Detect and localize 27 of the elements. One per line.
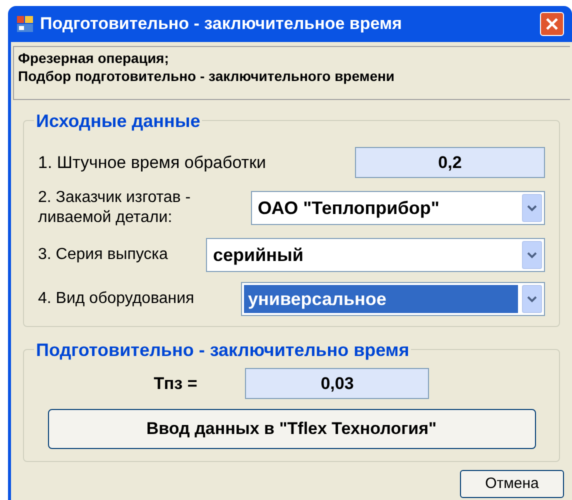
dropdown-value: универсальное xyxy=(244,285,518,313)
chevron-icon xyxy=(527,295,537,303)
close-button[interactable] xyxy=(540,12,564,36)
result-label: Тпз = xyxy=(154,372,198,395)
dropdown-button[interactable] xyxy=(522,241,542,269)
dropdown-button[interactable] xyxy=(522,194,542,222)
field-label: 4. Вид оборудования xyxy=(38,289,194,309)
chevron-icon xyxy=(527,204,537,212)
info-text: Подбор подготовительно - заключительного времени xyxy=(18,67,396,85)
close-icon xyxy=(546,18,558,30)
dropdown-field[interactable]: универсальное xyxy=(241,282,545,316)
dropdown-field[interactable]: ОАО "Теплоприбор" xyxy=(250,191,545,225)
cancel-button[interactable]: Отмена xyxy=(460,470,564,498)
field-label: 2. Заказчик изготав - ливаемой детали: xyxy=(38,188,192,228)
result-field: 0,03 xyxy=(245,368,430,399)
dropdown-value: серийный xyxy=(212,244,304,267)
time-field: 0,2 xyxy=(355,147,545,178)
window-title: Подготовительно - заключительное время xyxy=(40,13,403,36)
dropdown-value: ОАО "Теплоприбор" xyxy=(256,196,440,220)
field-label: 1. Штучное время обработки xyxy=(38,152,266,174)
export-button[interactable]: Ввод данных в "Tflex Технология" xyxy=(48,409,536,449)
info-text: Фрезерная операция; xyxy=(18,49,170,67)
field-label: 3. Серия выпуска xyxy=(38,245,168,265)
dropdown-field[interactable]: серийный xyxy=(206,238,545,272)
chevron-icon xyxy=(527,251,537,259)
app-icon xyxy=(16,15,34,33)
dropdown-button[interactable] xyxy=(522,285,542,313)
